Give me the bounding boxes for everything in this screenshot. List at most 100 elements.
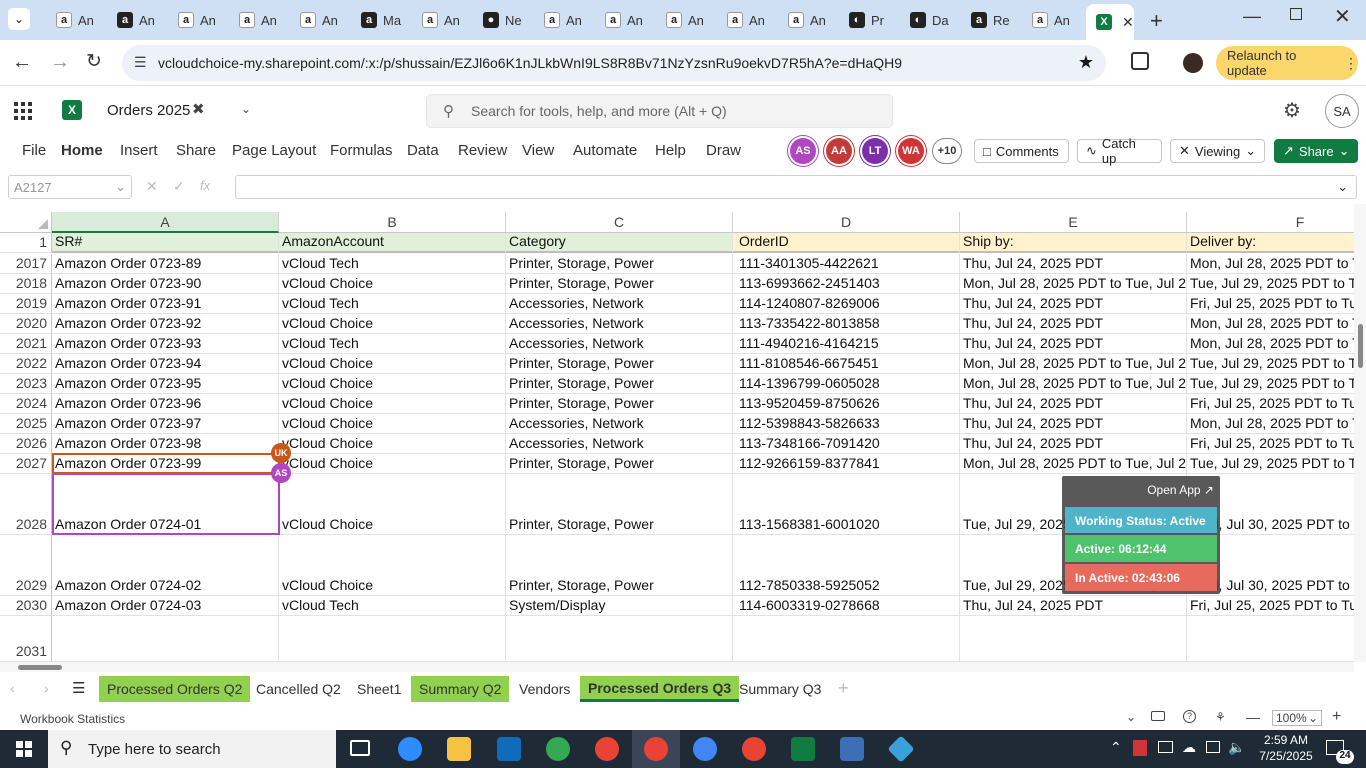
table-cell[interactable]: Thu, Jul 24, 2025 PDT: [960, 334, 1187, 354]
table-cell[interactable]: Thu, Jul 24, 2025 PDT: [960, 254, 1187, 274]
table-cell[interactable]: Tue, Jul 29, 2025 PDT to Thu, Jul 31: [1187, 274, 1354, 294]
tab-search-button[interactable]: ⌄: [8, 8, 30, 30]
column-title-cell[interactable]: Ship by:: [960, 233, 1187, 253]
row-header[interactable]: 2020: [0, 314, 52, 334]
table-cell[interactable]: vCloud Choice: [279, 454, 506, 474]
row-header[interactable]: 2022: [0, 354, 52, 374]
table-cell[interactable]: Amazon Order 0723-90: [52, 274, 279, 294]
table-cell[interactable]: Printer, Storage, Power: [506, 394, 733, 414]
table-cell[interactable]: Printer, Storage, Power: [506, 354, 733, 374]
profile-avatar[interactable]: [1183, 53, 1203, 73]
volume-tray-icon[interactable]: 🔈: [1228, 739, 1245, 756]
scroll-sheets-left-icon[interactable]: ‹: [10, 680, 15, 696]
table-cell[interactable]: Amazon Order 0723-99: [52, 454, 279, 474]
table-cell[interactable]: Printer, Storage, Power: [506, 254, 733, 274]
table-cell[interactable]: vCloud Tech: [279, 254, 506, 274]
zoom-out-button[interactable]: —: [1246, 709, 1260, 725]
table-cell[interactable]: 113-6993662-2451403: [733, 274, 960, 294]
table-cell[interactable]: 113-1568381-6001020: [733, 474, 960, 535]
chrome-icon-2[interactable]: [693, 737, 717, 761]
site-info-icon[interactable]: ☰: [134, 54, 147, 71]
table-cell[interactable]: Accessories, Network: [506, 434, 733, 454]
table-cell[interactable]: Mon, Jul 28, 2025 PDT to Tue, Jul 29: [1187, 254, 1354, 274]
reload-button[interactable]: ↻: [86, 50, 102, 73]
table-cell[interactable]: Amazon Order 0723-98: [52, 434, 279, 454]
sheet-tab[interactable]: Processed Orders Q2: [99, 676, 251, 702]
row-header[interactable]: 2028: [0, 474, 52, 535]
table-cell[interactable]: 112-5398843-5826633: [733, 414, 960, 434]
browser-tab[interactable]: a An: [778, 6, 836, 34]
table-cell[interactable]: Amazon Order 0723-97: [52, 414, 279, 434]
ribbon-tab-draw[interactable]: Draw: [706, 142, 741, 159]
new-tab-button[interactable]: +: [1150, 8, 1163, 34]
table-cell[interactable]: Printer, Storage, Power: [506, 454, 733, 474]
browser-tab[interactable]: a An: [717, 6, 775, 34]
row-header[interactable]: 1: [0, 233, 52, 253]
share-button[interactable]: ↗ Share ⌄: [1274, 139, 1358, 163]
table-cell[interactable]: Mon, Jul 28, 2025 PDT to Tue, Jul 29, 20…: [960, 374, 1187, 394]
sheet-tab[interactable]: Vendors: [511, 676, 578, 702]
active-tab-excel[interactable]: X ✕: [1086, 4, 1134, 40]
sheet-tab[interactable]: Cancelled Q2: [248, 676, 349, 702]
feedback-icon[interactable]: ⚘: [1215, 710, 1226, 724]
table-cell[interactable]: vCloud Choice: [279, 314, 506, 334]
table-cell[interactable]: System/Display: [506, 596, 733, 616]
table-cell[interactable]: [506, 616, 733, 662]
ribbon-tab-review[interactable]: Review: [458, 142, 507, 159]
table-cell[interactable]: [279, 616, 506, 662]
ribbon-tab-insert[interactable]: Insert: [120, 142, 158, 159]
keyboard-icon[interactable]: [1151, 711, 1165, 721]
cancel-formula-icon[interactable]: ✕: [146, 178, 158, 195]
restore-window-button[interactable]: [1290, 8, 1302, 20]
app-diamond-icon[interactable]: [887, 735, 915, 763]
select-all-corner[interactable]: [0, 212, 52, 233]
close-tab-icon[interactable]: ✕: [1122, 14, 1134, 31]
table-cell[interactable]: vCloud Tech: [279, 334, 506, 354]
task-view-icon[interactable]: [350, 740, 370, 756]
excel-taskbar-icon[interactable]: [791, 737, 815, 761]
collaborator-avatar[interactable]: AA: [826, 138, 852, 164]
browser-tab[interactable]: ◐ Da: [900, 6, 958, 34]
ribbon-tab-view[interactable]: View: [522, 142, 554, 159]
collaborator-avatar[interactable]: WA: [898, 138, 924, 164]
table-cell[interactable]: [960, 616, 1187, 662]
table-cell[interactable]: Fri, Jul 25, 2025 PDT to Tue, Jul 29: [1187, 394, 1354, 414]
table-cell[interactable]: Mon, Jul 28, 2025 PDT to Tue, Jul 29: [1187, 414, 1354, 434]
browser-tab[interactable]: ◐ Pr: [839, 6, 897, 34]
table-cell[interactable]: Tue, Jul 29, 2025 PDT to Thu, Jul 31: [1187, 374, 1354, 394]
table-cell[interactable]: Amazon Order 0723-96: [52, 394, 279, 414]
browser-tab[interactable]: a An: [290, 6, 348, 34]
table-cell[interactable]: Amazon Order 0723-89: [52, 254, 279, 274]
table-cell[interactable]: vCloud Choice: [279, 274, 506, 294]
browser-tab[interactable]: a An: [229, 6, 287, 34]
table-cell[interactable]: vCloud Choice: [279, 535, 506, 596]
table-cell[interactable]: Thu, Jul 24, 2025 PDT: [960, 414, 1187, 434]
taskbar-search-box[interactable]: ⚲ Type here to search: [48, 730, 336, 768]
row-header[interactable]: 2027: [0, 454, 52, 474]
table-cell[interactable]: 111-4940216-4164215: [733, 334, 960, 354]
sheet-tab[interactable]: Processed Orders Q3: [580, 676, 740, 702]
insert-function-button[interactable]: fx: [200, 178, 210, 193]
catch-up-button[interactable]: ∿ Catch up: [1077, 136, 1162, 166]
column-header[interactable]: E: [960, 212, 1187, 233]
taskbar-date[interactable]: 7/25/2025: [1252, 749, 1320, 763]
comments-button[interactable]: □ Comments: [974, 139, 1069, 163]
chrome-icon[interactable]: [546, 737, 570, 761]
row-header[interactable]: 2021: [0, 334, 52, 354]
extensions-icon[interactable]: [1131, 52, 1149, 70]
table-cell[interactable]: Thu, Jul 24, 2025 PDT: [960, 596, 1187, 616]
table-cell[interactable]: Fri, Jul 25, 2025 PDT to Tue, Jul 29: [1187, 434, 1354, 454]
help-icon[interactable]: ?: [1183, 710, 1196, 723]
browser-tab[interactable]: a An: [46, 6, 104, 34]
row-header[interactable]: 2023: [0, 374, 52, 394]
browser-tab[interactable]: a Ma: [351, 6, 409, 34]
table-cell[interactable]: vCloud Choice: [279, 354, 506, 374]
autosave-icon[interactable]: ✖: [192, 100, 205, 118]
ribbon-tab-home[interactable]: Home: [61, 142, 103, 159]
bookmark-star-icon[interactable]: ★: [1078, 52, 1094, 73]
scroll-sheets-right-icon[interactable]: ›: [44, 680, 49, 696]
search-box[interactable]: ⚲ Search for tools, help, and more (Alt …: [426, 94, 893, 128]
minimize-window-button[interactable]: —: [1243, 6, 1261, 27]
ribbon-tab-automate[interactable]: Automate: [573, 142, 637, 159]
browser-tab[interactable]: a An: [412, 6, 470, 34]
